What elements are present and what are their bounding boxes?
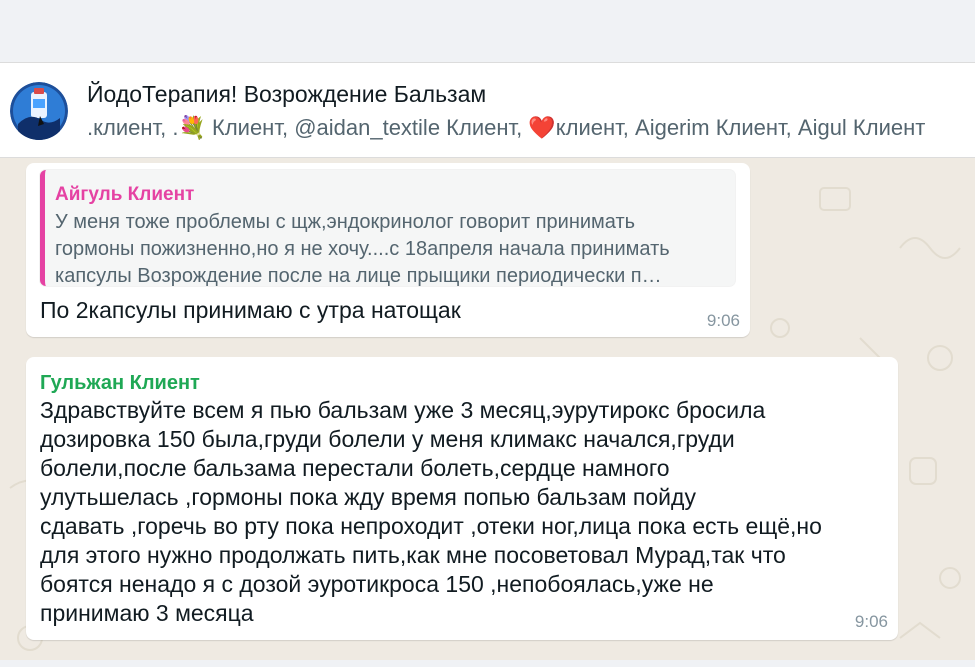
quoted-text-line: У меня тоже проблемы с щж,эндокринолог г… xyxy=(55,211,636,233)
message-time: 9:06 xyxy=(854,612,888,631)
bouquet-emoji-icon: 💐 xyxy=(178,115,206,140)
message-text-line: улутьшелась ,гормоны пока жду время попь… xyxy=(40,484,696,510)
message-bubble[interactable]: Айгуль Клиент У меня тоже проблемы с щж,… xyxy=(26,163,750,337)
chat-header[interactable]: ЙодоТерапия! Возрождение Бальзам .клиент… xyxy=(0,62,975,158)
message-text-line: болели,после бальзама перестали болеть,с… xyxy=(40,455,670,481)
message-text-line: принимаю 3 месяца xyxy=(40,600,254,626)
message-text: По 2капсулы принимаю с утра натощак xyxy=(40,297,461,323)
message-text-line: для этого нужно продолжать пить,как мне … xyxy=(40,542,786,568)
participants-text-3: клиент, Aigerim Клиент, Aigul Клиент xyxy=(555,115,926,140)
message-text-line: дозировка 150 была,груди болели у меня к… xyxy=(40,426,735,452)
quoted-text: У меня тоже проблемы с щж,эндокринолог г… xyxy=(55,209,727,286)
quoted-author: Айгуль Клиент xyxy=(55,184,195,205)
message-text-line: сдавать ,горечь во рту пока непроходит ,… xyxy=(40,513,822,539)
quoted-text-line: гормоны пожизненно,но я не хочу....с 18а… xyxy=(55,238,670,260)
message-text-line: Здравствуйте всем я пью бальзам уже 3 ме… xyxy=(40,397,766,423)
chat-participants: .клиент, .💐 Клиент, @aidan_textile Клиен… xyxy=(87,115,975,141)
heart-emoji-icon: ❤️ xyxy=(528,115,556,140)
composer-strip xyxy=(0,660,975,667)
message-time: 9:06 xyxy=(706,311,740,330)
participants-text-2: Клиент, @aidan_textile Клиент, xyxy=(205,115,529,140)
message-bubble[interactable]: Гульжан Клиент Здравствуйте всем я пью б… xyxy=(26,357,898,640)
participants-text-1: .клиент, . xyxy=(87,115,179,140)
chat-title: ЙодоТерапия! Возрождение Бальзам xyxy=(87,81,487,107)
group-avatar-icon[interactable] xyxy=(10,82,68,140)
message-text: Здравствуйте всем я пью бальзам уже 3 ме… xyxy=(40,396,890,628)
quoted-message[interactable]: Айгуль Клиент У меня тоже проблемы с щж,… xyxy=(40,170,735,286)
message-author[interactable]: Гульжан Клиент xyxy=(40,372,200,395)
quoted-text-line: капсулы Возрождение после на лице прыщик… xyxy=(55,265,662,286)
message-text-line: боятся ненадо я с дозой эуротикроса 150 … xyxy=(40,571,714,597)
window-top-bar xyxy=(0,0,975,62)
